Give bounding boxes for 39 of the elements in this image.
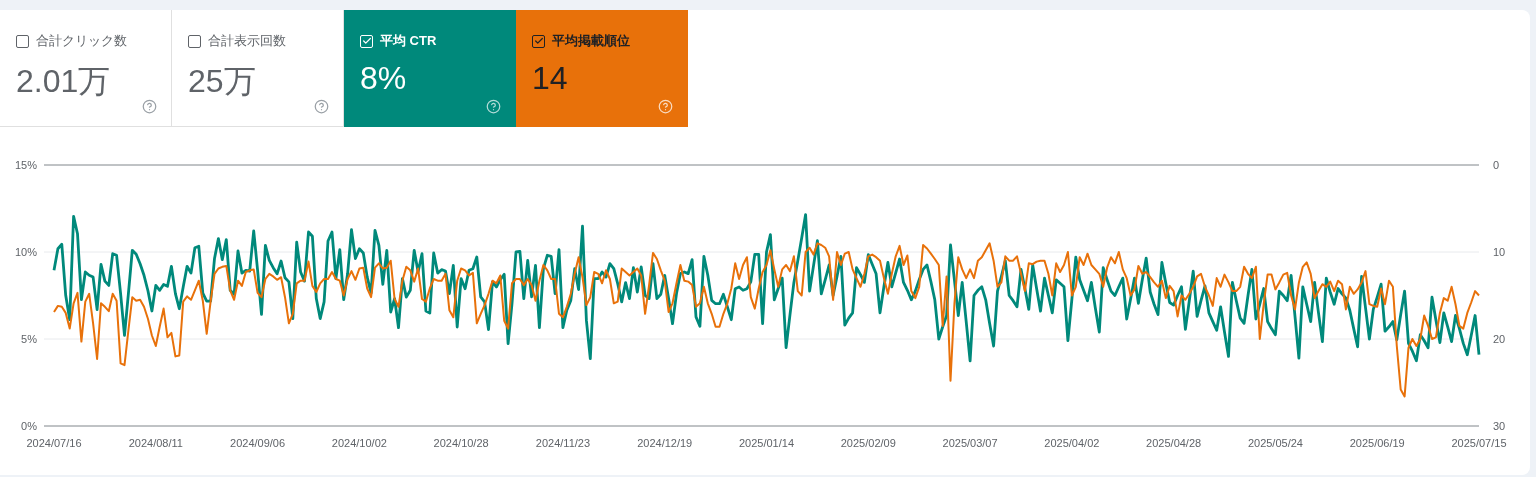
metric-card[interactable]: 合計クリック数 2.01万 <box>0 10 172 127</box>
axis-label: 2024/12/19 <box>637 437 693 449</box>
axis-label: 2025/04/02 <box>1044 437 1100 449</box>
metric-label: 平均 CTR <box>380 32 437 50</box>
help-icon[interactable] <box>142 99 157 114</box>
axis-label: 2024/09/06 <box>230 437 286 449</box>
axis-label: 2025/04/28 <box>1146 437 1202 449</box>
axis-label: 15% <box>14 159 37 171</box>
axis-label: 10% <box>14 246 37 258</box>
axis-label: 0 <box>1493 159 1500 171</box>
metric-label: 合計表示回数 <box>208 32 286 50</box>
axis-label: 30 <box>1493 420 1506 432</box>
metric-card[interactable]: 平均掲載順位 14 <box>516 10 688 127</box>
checkbox[interactable] <box>16 34 29 48</box>
axis-label: 2025/07/15 <box>1451 437 1507 449</box>
axis-label: 2024/08/11 <box>128 437 183 449</box>
metric-value: 2.01万 <box>16 62 111 101</box>
axis-label: 2025/01/14 <box>738 437 795 449</box>
axis-label: 20 <box>1493 333 1506 345</box>
metric-value: 8% <box>360 60 407 97</box>
axis-label: 0% <box>21 420 37 432</box>
axis-label: 5% <box>21 333 37 345</box>
checkbox[interactable] <box>532 34 545 48</box>
axis-label: 2025/02/09 <box>840 437 896 449</box>
axis-label: 2024/10/02 <box>331 437 387 449</box>
axis-label: 2024/11/23 <box>535 437 591 449</box>
metric-label: 平均掲載順位 <box>552 32 630 50</box>
metric-card[interactable]: 合計表示回数 25万 <box>172 10 344 127</box>
axis-label: 2024/07/16 <box>26 437 82 449</box>
axis-label: 2025/06/19 <box>1349 437 1405 449</box>
checkbox[interactable] <box>188 34 201 48</box>
metric-label: 合計クリック数 <box>36 32 127 50</box>
axis-label: 2024/10/28 <box>433 437 489 449</box>
metric-value: 25万 <box>188 62 256 101</box>
axis-label: 10 <box>1493 246 1506 258</box>
axis-label: 2025/05/24 <box>1247 437 1303 449</box>
help-icon[interactable] <box>314 99 329 114</box>
axis-label: 2025/03/07 <box>942 437 998 449</box>
metric-value: 14 <box>532 60 568 97</box>
